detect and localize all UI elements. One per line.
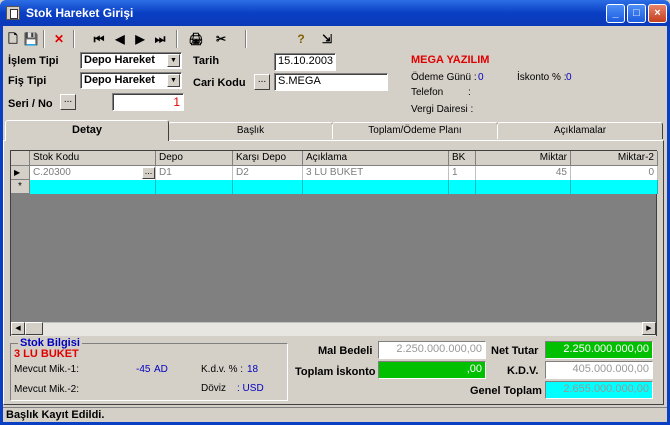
mal-bedeli-value: 2.250.000.000,00 (378, 341, 486, 359)
mal-bedeli-label: Mal Bedeli (318, 345, 373, 357)
grid-cell-stok-kodu[interactable]: C.20300 (30, 166, 156, 180)
toolbar-separator (176, 30, 178, 48)
mevcut-2-label: Mevcut Mik.-2: (14, 384, 80, 395)
chevron-down-icon[interactable]: ▼ (167, 54, 180, 67)
horizontal-scrollbar[interactable] (11, 322, 656, 336)
doviz-value: : USD (237, 383, 264, 394)
cari-kodu-input[interactable]: S.MEGA (274, 73, 388, 91)
previous-record-icon[interactable]: ◀ (111, 30, 129, 48)
grid-cell-karsi-depo[interactable]: D2 (233, 166, 303, 180)
cari-kodu-label: Cari Kodu (193, 77, 246, 89)
stok-lookup-button[interactable]: ... (142, 167, 155, 179)
column-header[interactable]: Karşı Depo (233, 151, 303, 166)
next-record-icon[interactable]: ▶ (131, 30, 149, 48)
telefon-label: Telefon (411, 87, 444, 98)
net-tutar-value: 2.250.000.000,00 (545, 341, 653, 359)
new-row-cell[interactable] (303, 180, 449, 194)
tarih-input[interactable]: 15.10.2003 (274, 53, 336, 71)
minimize-button[interactable]: _ (606, 4, 625, 23)
fis-tipi-label: Fiş Tipi (8, 75, 47, 87)
exit-icon[interactable]: ⇲ (318, 30, 336, 48)
window-title: Stok Hareket Girişi (26, 6, 134, 20)
grid-cell-aciklama[interactable]: 3 LU BUKET (303, 166, 449, 180)
grid-cell-depo[interactable]: D1 (156, 166, 233, 180)
grid-cell-miktar-2[interactable]: 0 (571, 166, 658, 180)
fis-tipi-value: Depo Hareket (84, 74, 155, 86)
maximize-button[interactable]: □ (627, 4, 646, 23)
chevron-down-icon[interactable]: ▼ (167, 74, 180, 87)
cari-name: MEGA YAZILIM (411, 54, 490, 66)
help-icon[interactable]: ? (292, 30, 310, 48)
odeme-gunu-label: Ödeme Günü : (411, 72, 477, 83)
status-bar: Başlık Kayıt Edildi. (3, 407, 667, 422)
stok-kodu-value: C.20300 (33, 167, 71, 178)
toplam-iskonto-label: Toplam İskonto (295, 366, 376, 378)
toolbar-separator (43, 30, 45, 48)
toolbar-separator (245, 30, 247, 48)
row-indicator-header (11, 151, 30, 166)
new-row-cell[interactable] (476, 180, 571, 194)
islem-tipi-select[interactable]: Depo Hareket ▼ (80, 52, 182, 69)
scroll-left-icon[interactable]: ◀ (11, 322, 25, 335)
cari-lookup-button[interactable]: ... (254, 74, 270, 90)
tools-icon[interactable]: ✂ (212, 30, 230, 48)
new-row-cell[interactable] (156, 180, 233, 194)
seri-no-input[interactable]: 1 (112, 93, 184, 111)
column-header[interactable]: Miktar (476, 151, 571, 166)
odeme-gunu-value: 0 (478, 72, 484, 83)
islem-tipi-label: İşlem Tipi (8, 55, 59, 67)
tab-baslik[interactable]: Başlık (168, 122, 333, 139)
current-row-marker: ▶ (11, 166, 30, 180)
tab-toplam-odeme-plani[interactable]: Toplam/Ödeme Planı (332, 122, 498, 139)
grid-cell-miktar[interactable]: 45 (476, 166, 571, 180)
kdv-total-value: 405.000.000,00 (545, 361, 653, 379)
stock-product-name: 3 LU BUKET (14, 348, 79, 360)
column-header[interactable]: BK (449, 151, 476, 166)
tab-aciklamalar[interactable]: Açıklamalar (497, 122, 663, 139)
kdv-rate-label: K.d.v. % : (201, 364, 244, 375)
telefon-separator: : (468, 87, 471, 98)
app-icon (6, 6, 20, 20)
mevcut-1-value: -45 (136, 364, 151, 375)
kdv-rate-value: 18 (247, 364, 259, 375)
net-tutar-label: Net Tutar (491, 345, 539, 357)
scroll-thumb[interactable] (25, 322, 43, 335)
print-icon[interactable]: 🖨 (187, 30, 205, 48)
scroll-right-icon[interactable]: ▶ (642, 322, 656, 335)
new-row-marker: * (11, 180, 30, 194)
genel-toplam-value: 2.655.000.000,00 (545, 381, 653, 399)
genel-toplam-label: Genel Toplam (470, 385, 542, 397)
seri-no-label: Seri / No (8, 98, 53, 110)
column-header[interactable]: Açıklama (303, 151, 449, 166)
kdv-total-label: K.D.V. (507, 365, 539, 377)
vergi-dairesi-label: Vergi Dairesi : (411, 104, 474, 115)
detail-grid[interactable]: Stok Kodu Depo Karşı Depo Açıklama BK Mi… (10, 150, 658, 336)
delete-icon[interactable]: ✕ (50, 30, 68, 48)
close-button[interactable]: × (648, 4, 667, 23)
new-row-cell[interactable] (449, 180, 476, 194)
new-record-icon[interactable]: 🗋 (4, 30, 22, 48)
new-row-cell[interactable] (571, 180, 658, 194)
doviz-label: Döviz (201, 383, 227, 394)
column-header[interactable]: Miktar-2 (571, 151, 658, 166)
new-row-cell[interactable] (30, 180, 156, 194)
mevcut-1-unit: AD (154, 364, 168, 375)
fis-tipi-select[interactable]: Depo Hareket ▼ (80, 72, 182, 89)
iskonto-label: İskonto % : (517, 72, 567, 83)
save-icon[interactable]: 💾 (22, 30, 40, 48)
tarih-label: Tarih (193, 55, 220, 67)
first-record-icon[interactable]: ⏮ (90, 30, 108, 48)
grid-cell-bk[interactable]: 1 (449, 166, 476, 180)
islem-tipi-value: Depo Hareket (84, 54, 155, 66)
toolbar-separator (73, 30, 75, 48)
mevcut-1-label: Mevcut Mik.-1: (14, 364, 80, 375)
toplam-iskonto-value: ,00 (378, 361, 486, 379)
column-header[interactable]: Stok Kodu (30, 151, 156, 166)
iskonto-value: 0 (566, 72, 572, 83)
seri-lookup-button[interactable]: ... (60, 94, 76, 110)
new-row-cell[interactable] (233, 180, 303, 194)
last-record-icon[interactable]: ⏭ (151, 30, 169, 48)
column-header[interactable]: Depo (156, 151, 233, 166)
tab-detay[interactable]: Detay (5, 120, 169, 141)
